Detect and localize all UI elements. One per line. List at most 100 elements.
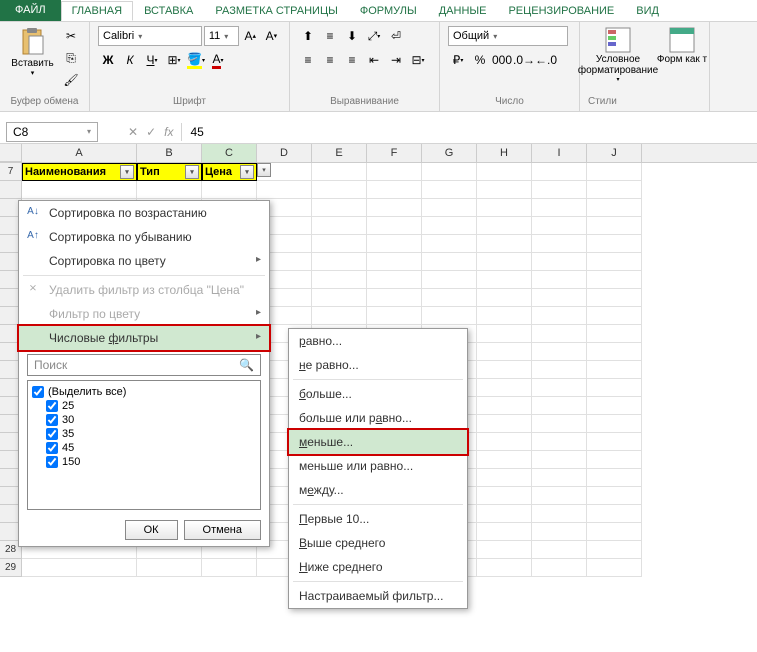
tab-review[interactable]: РЕЦЕНЗИРОВАНИЕ — [497, 1, 625, 21]
cell[interactable] — [587, 379, 642, 397]
cell[interactable] — [367, 235, 422, 253]
cell[interactable] — [312, 271, 367, 289]
align-center-button[interactable]: ≡ — [320, 50, 340, 70]
formula-bar[interactable]: 45 — [181, 123, 757, 141]
cell[interactable] — [532, 451, 587, 469]
cell[interactable] — [477, 199, 532, 217]
cell[interactable] — [532, 523, 587, 541]
cell[interactable] — [532, 325, 587, 343]
decrease-indent-button[interactable]: ⇤ — [364, 50, 384, 70]
cell[interactable] — [477, 397, 532, 415]
cell[interactable] — [532, 361, 587, 379]
filter-below-avg-item[interactable]: Ниже среднего — [289, 555, 467, 579]
filter-dropdown-button[interactable]: ▾ — [257, 163, 271, 177]
checkbox[interactable] — [46, 428, 58, 440]
cell[interactable] — [587, 523, 642, 541]
paste-button[interactable]: Вставить ▾ — [8, 26, 57, 90]
cell[interactable] — [367, 181, 422, 199]
cell[interactable] — [137, 559, 202, 577]
column-header-E[interactable]: E — [312, 144, 367, 162]
filter-dropdown-button[interactable]: ▾ — [240, 165, 254, 179]
cell[interactable] — [22, 181, 137, 199]
filter-search-input[interactable]: Поиск🔍 — [27, 354, 261, 376]
filter-check-item[interactable]: 30 — [32, 413, 256, 427]
column-header-C[interactable]: C — [202, 144, 257, 162]
table-header-cell[interactable]: Тип▾ — [137, 163, 202, 181]
cell[interactable] — [477, 307, 532, 325]
cell[interactable] — [587, 235, 642, 253]
tab-data[interactable]: ДАННЫЕ — [428, 1, 498, 21]
cell[interactable] — [22, 559, 137, 577]
font-size-combo[interactable]: 11▾ — [204, 26, 239, 46]
increase-decimal-button[interactable]: .0→ — [514, 50, 534, 70]
border-button[interactable]: ⊞▾ — [164, 50, 184, 70]
tab-file[interactable]: ФАЙЛ — [0, 0, 61, 21]
filter-dropdown-button[interactable]: ▾ — [185, 165, 199, 179]
cell[interactable] — [477, 415, 532, 433]
cell[interactable] — [587, 433, 642, 451]
cell[interactable] — [587, 541, 642, 559]
decrease-font-button[interactable]: A▾ — [262, 26, 281, 46]
align-bottom-button[interactable]: ⬇ — [342, 26, 362, 46]
tab-insert[interactable]: ВСТАВКА — [133, 1, 204, 21]
column-header-F[interactable]: F — [367, 144, 422, 162]
cell[interactable] — [477, 181, 532, 199]
filter-dropdown-button[interactable]: ▾ — [120, 165, 134, 179]
row-header[interactable]: 7 — [0, 163, 22, 181]
cell[interactable] — [477, 343, 532, 361]
filter-greater-item[interactable]: больше... — [289, 382, 467, 406]
cell[interactable] — [422, 181, 477, 199]
column-header-D[interactable]: D — [257, 144, 312, 162]
tab-page-layout[interactable]: РАЗМЕТКА СТРАНИЦЫ — [204, 1, 348, 21]
cell[interactable] — [532, 289, 587, 307]
cell[interactable] — [587, 199, 642, 217]
percent-button[interactable]: % — [470, 50, 490, 70]
comma-button[interactable]: 000 — [492, 50, 512, 70]
column-header-I[interactable]: I — [532, 144, 587, 162]
wrap-text-button[interactable]: ⏎ — [386, 26, 406, 46]
increase-font-button[interactable]: A▴ — [241, 26, 260, 46]
cell[interactable] — [257, 181, 312, 199]
column-header-A[interactable]: A — [22, 144, 137, 162]
filter-check-item[interactable]: 45 — [32, 441, 256, 455]
sort-by-color-item[interactable]: Сортировка по цвету — [19, 249, 269, 273]
cell[interactable] — [367, 217, 422, 235]
cell[interactable] — [587, 343, 642, 361]
filter-check-item[interactable]: 150 — [32, 455, 256, 469]
row-header[interactable]: 29 — [0, 559, 22, 577]
cell[interactable] — [532, 235, 587, 253]
font-color-button[interactable]: A▾ — [208, 50, 228, 70]
cell[interactable] — [477, 379, 532, 397]
filter-check-item[interactable]: (Выделить все) — [32, 385, 256, 399]
cell[interactable] — [587, 559, 642, 577]
cell[interactable] — [587, 217, 642, 235]
filter-above-avg-item[interactable]: Выше среднего — [289, 531, 467, 555]
cell[interactable] — [532, 415, 587, 433]
cell[interactable] — [477, 217, 532, 235]
align-left-button[interactable]: ≡ — [298, 50, 318, 70]
cell[interactable] — [312, 163, 367, 181]
cell[interactable] — [367, 271, 422, 289]
fx-icon[interactable]: fx — [164, 125, 173, 139]
cell[interactable] — [312, 289, 367, 307]
tab-home[interactable]: ГЛАВНАЯ — [61, 1, 133, 21]
cell[interactable] — [422, 217, 477, 235]
underline-button[interactable]: Ч▾ — [142, 50, 162, 70]
checkbox[interactable] — [46, 442, 58, 454]
format-as-table-button[interactable]: Форм как т — [652, 26, 712, 83]
cell[interactable] — [587, 397, 642, 415]
cell[interactable] — [587, 451, 642, 469]
cell[interactable] — [312, 253, 367, 271]
filter-not-equals-item[interactable]: не равно... — [289, 353, 467, 377]
filter-equals-item[interactable]: равно... — [289, 329, 467, 353]
column-header-B[interactable]: B — [137, 144, 202, 162]
cell[interactable] — [422, 235, 477, 253]
column-header-H[interactable]: H — [477, 144, 532, 162]
cell[interactable] — [477, 487, 532, 505]
cell[interactable] — [367, 199, 422, 217]
cell[interactable] — [532, 559, 587, 577]
align-right-button[interactable]: ≡ — [342, 50, 362, 70]
sort-descending-item[interactable]: A↑Сортировка по убыванию — [19, 225, 269, 249]
cell[interactable] — [477, 433, 532, 451]
cell[interactable] — [477, 235, 532, 253]
